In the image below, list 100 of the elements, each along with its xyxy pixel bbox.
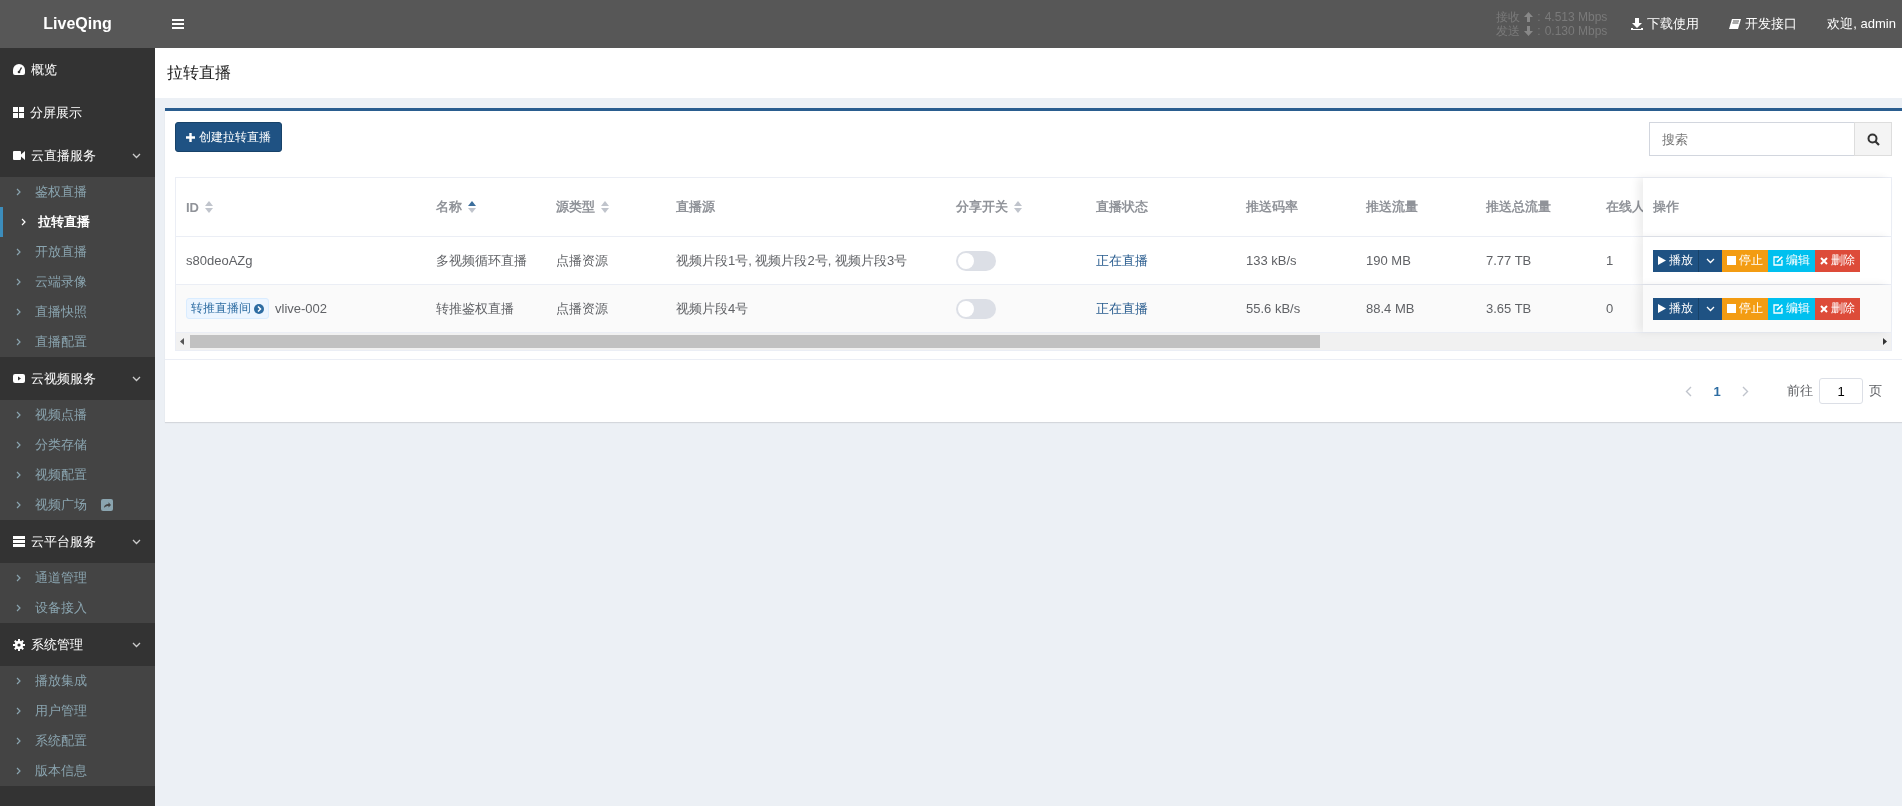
chevron-right-icon — [16, 471, 21, 479]
search-icon — [1866, 132, 1880, 146]
table-cell: 0 — [1606, 301, 1614, 316]
table-cell: 3.65 TB — [1486, 301, 1532, 316]
sidebar-subitem[interactable]: 鉴权直播 — [0, 177, 155, 207]
action-button[interactable]: 播放 — [1653, 249, 1698, 272]
sidebar-subitem[interactable]: 视频点播 — [0, 400, 155, 430]
chevron-right-icon — [16, 308, 21, 316]
column-header: 直播源 — [676, 198, 715, 216]
sidebar-item[interactable]: 云直播服务 — [0, 134, 155, 177]
close-icon — [1820, 304, 1828, 313]
sidebar-subitem[interactable]: 通道管理 — [0, 563, 155, 593]
video-camera-icon — [13, 151, 25, 160]
sidebar-item[interactable]: 概览 — [0, 48, 155, 91]
column-header: ID — [186, 199, 199, 215]
sidebar-subitem[interactable]: 分类存储 — [0, 430, 155, 460]
dropdown-button[interactable] — [1698, 297, 1722, 320]
table-cell: 转推鉴权直播 — [436, 299, 514, 318]
table-cell: 190 MB — [1366, 253, 1411, 268]
sidebar-subitem[interactable]: 直播快照 — [0, 297, 155, 327]
arrow-circle-icon — [254, 303, 264, 314]
sidebar-subitem[interactable]: 视频配置 — [0, 460, 155, 490]
action-button[interactable]: 播放 — [1653, 297, 1698, 320]
sidebar-item[interactable]: 分屏展示 — [0, 91, 155, 134]
chevron-right-icon — [16, 677, 21, 685]
table-cell: 55.6 kB/s — [1246, 301, 1301, 316]
table-cell: 视频片段1号, 视频片段2号, 视频片段3号 — [676, 251, 908, 270]
create-button[interactable]: 创建拉转直播 — [175, 122, 282, 152]
column-header: 分享开关 — [956, 198, 1008, 216]
search-button[interactable] — [1854, 122, 1892, 156]
column-header: 直播状态 — [1096, 198, 1148, 216]
sort-icon[interactable] — [468, 201, 476, 213]
dropdown-button[interactable] — [1698, 249, 1722, 272]
gauge-icon — [13, 64, 25, 75]
table-cell: 88.4 MB — [1366, 301, 1415, 316]
action-button[interactable]: 删除 — [1815, 249, 1860, 272]
edit-icon — [1773, 303, 1783, 314]
plus-icon — [186, 132, 195, 142]
column-header: 名称 — [436, 198, 462, 216]
chevron-right-icon — [16, 737, 21, 745]
sidebar-subitem[interactable]: 版本信息 — [0, 756, 155, 786]
caret-icon — [1706, 257, 1715, 264]
table-cell: 多视频循环直播 — [436, 251, 527, 270]
column-header: 推送总流量 — [1486, 198, 1551, 216]
top-link[interactable]: 开发接口 — [1729, 15, 1798, 33]
table-cell: 1 — [1606, 253, 1614, 268]
arrow-up-icon — [1524, 12, 1534, 22]
share-toggle[interactable] — [956, 250, 996, 271]
action-button[interactable]: 停止 — [1722, 297, 1768, 320]
sidebar-item[interactable]: 云视频服务 — [0, 357, 155, 400]
play-icon — [1658, 256, 1666, 265]
action-button[interactable]: 删除 — [1815, 297, 1860, 320]
goto-label: 前往 — [1787, 382, 1813, 400]
chevron-right-icon — [16, 278, 21, 286]
action-button[interactable]: 编辑 — [1768, 297, 1815, 320]
sidebar-subitem[interactable]: 播放集成 — [0, 666, 155, 696]
grid-icon — [13, 107, 24, 118]
search-field[interactable]: 搜索 — [1649, 122, 1854, 156]
menu-icon[interactable] — [172, 19, 184, 29]
status-link[interactable]: 正在直播 — [1096, 299, 1148, 318]
download-icon — [1631, 18, 1644, 30]
stat-separator: : — [1537, 10, 1541, 24]
chevron-right-icon — [21, 218, 26, 226]
sidebar-subitem[interactable]: 开放直播 — [0, 237, 155, 267]
chevron-right-icon — [16, 338, 21, 346]
scroll-right-icon[interactable] — [1883, 338, 1887, 345]
chevron-right-icon — [16, 411, 21, 419]
table-cell: 7.77 TB — [1486, 253, 1532, 268]
room-tag[interactable]: 转推直播间 — [186, 298, 269, 319]
sidebar-subitem[interactable]: 云端录像 — [0, 267, 155, 297]
sidebar-item[interactable]: 系统管理 — [0, 623, 155, 666]
sidebar-subitem[interactable]: 用户管理 — [0, 696, 155, 726]
action-button[interactable]: 停止 — [1722, 249, 1768, 272]
status-link[interactable]: 正在直播 — [1096, 251, 1148, 270]
video-play-icon — [13, 374, 25, 383]
close-icon — [1820, 256, 1828, 265]
action-button[interactable]: 编辑 — [1768, 249, 1815, 272]
table-cell: 视频片段4号 — [676, 299, 749, 318]
book-icon — [1729, 18, 1742, 30]
top-link[interactable]: 下载使用 — [1631, 15, 1700, 33]
chevron-right-icon — [16, 707, 21, 715]
table-cell: 点播资源 — [556, 299, 608, 318]
column-header: 源类型 — [556, 198, 595, 216]
sidebar-subitem[interactable]: 系统配置 — [0, 726, 155, 756]
page-number[interactable]: 1 — [1692, 383, 1742, 399]
sidebar-subitem[interactable]: 视频广场 — [0, 490, 155, 520]
scroll-left-icon[interactable] — [180, 338, 184, 345]
horizontal-scrollbar[interactable] — [176, 333, 1891, 350]
page-input[interactable]: 1 — [1819, 378, 1863, 404]
column-header: 推送码率 — [1246, 198, 1298, 216]
logo[interactable]: LiveQing — [0, 15, 155, 33]
play-icon — [1658, 304, 1666, 313]
sidebar-subitem[interactable]: 设备接入 — [0, 593, 155, 623]
sidebar-subitem[interactable]: 直播配置 — [0, 327, 155, 357]
share-toggle[interactable] — [956, 298, 996, 319]
welcome-text[interactable]: 欢迎, admin — [1827, 15, 1896, 33]
stop-icon — [1727, 304, 1736, 313]
chevron-right-icon — [16, 574, 21, 582]
sidebar-item[interactable]: 云平台服务 — [0, 520, 155, 563]
table-cell: 点播资源 — [556, 251, 608, 270]
